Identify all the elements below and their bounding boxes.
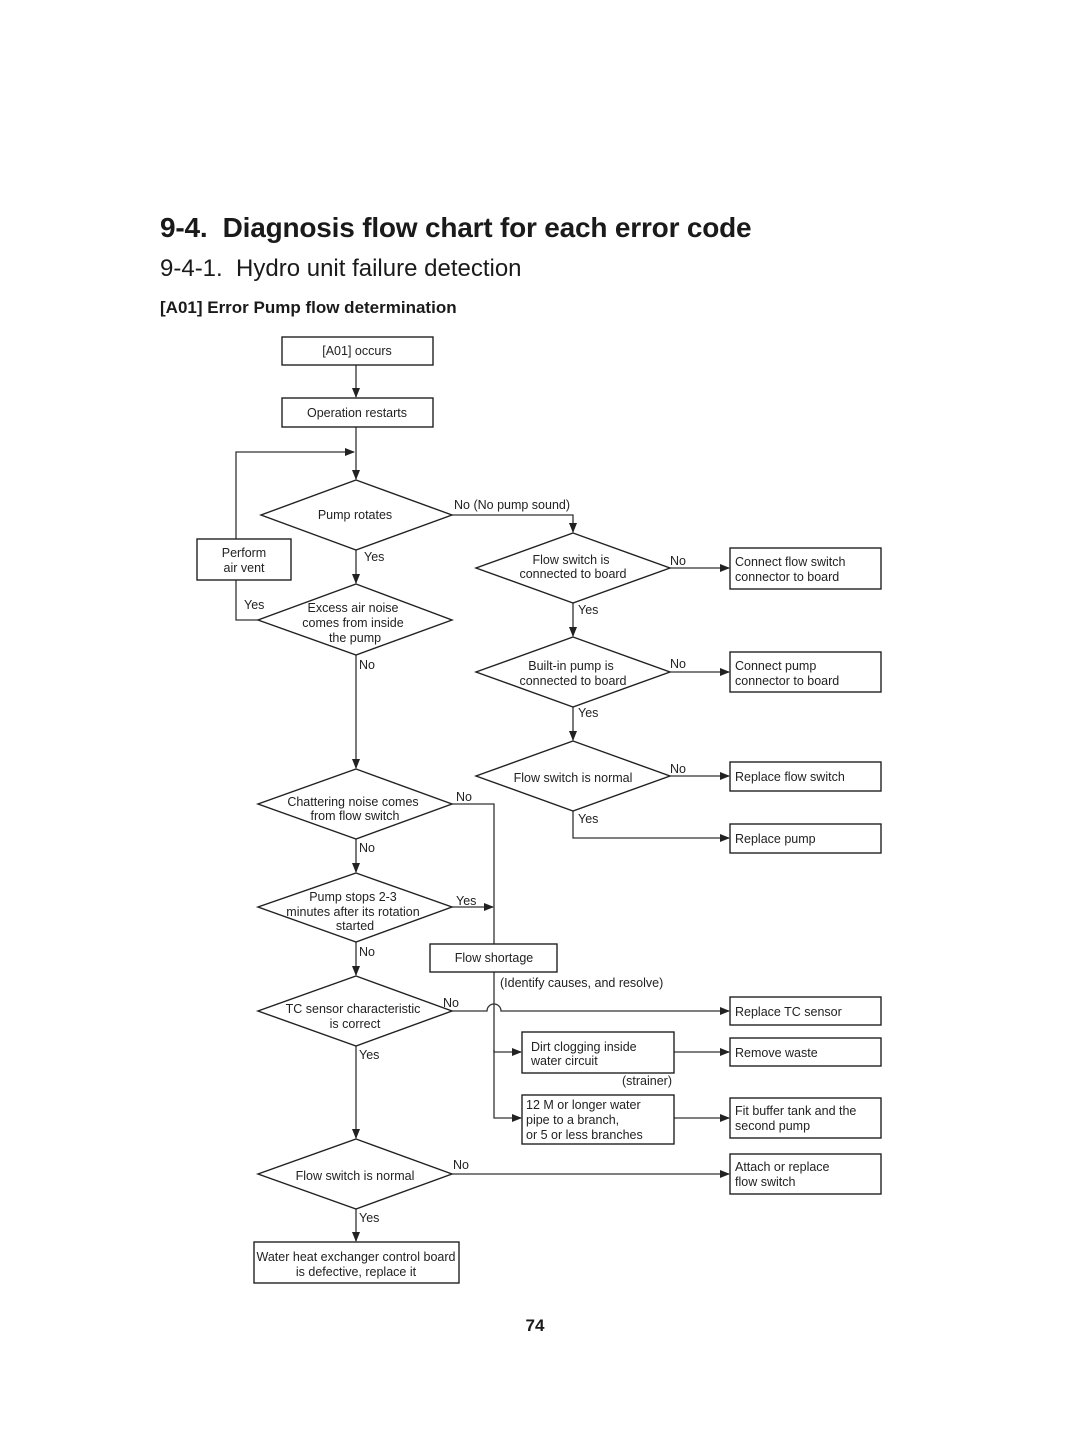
node-text: Attach or replace bbox=[735, 1160, 830, 1174]
node-text: [A01] occurs bbox=[322, 344, 391, 358]
node-text: air vent bbox=[224, 561, 266, 575]
node-text: 12 M or longer water bbox=[526, 1098, 641, 1112]
label-no: No bbox=[670, 762, 686, 776]
node-text: connector to board bbox=[735, 570, 839, 584]
node-air-vent: Perform air vent bbox=[196, 538, 292, 581]
node-text: second pump bbox=[735, 1119, 810, 1133]
label-yes: Yes bbox=[364, 550, 384, 564]
page-number: 74 bbox=[525, 1316, 545, 1335]
node-text: Dirt clogging inside bbox=[531, 1040, 637, 1054]
label-yes: Yes bbox=[578, 706, 598, 720]
node-text: Replace flow switch bbox=[735, 770, 845, 784]
node-pipe-branch: 12 M or longer water pipe to a branch, o… bbox=[521, 1094, 675, 1145]
node-text: pipe to a branch, bbox=[526, 1113, 619, 1127]
decision-flow-switch-normal-1: Flow switch is normal bbox=[473, 740, 673, 812]
label-no: No bbox=[359, 658, 375, 672]
node-text: comes from inside bbox=[302, 616, 403, 630]
node-text: Perform bbox=[222, 546, 266, 560]
decision-flow-switch-normal-2: Flow switch is normal bbox=[255, 1138, 455, 1210]
node-control-board: Water heat exchanger control board is de… bbox=[253, 1241, 460, 1284]
node-text: started bbox=[336, 919, 374, 933]
node-text: Flow switch is bbox=[532, 553, 609, 567]
node-text: connected to board bbox=[519, 567, 626, 581]
node-text: flow switch bbox=[735, 1175, 795, 1189]
node-replace-tc-sensor: Replace TC sensor bbox=[729, 996, 882, 1026]
node-text: Flow shortage bbox=[455, 951, 534, 965]
flowchart: [A01] occurs Operation restarts Perform … bbox=[196, 336, 882, 1284]
node-text: water circuit bbox=[530, 1054, 598, 1068]
node-text: Replace pump bbox=[735, 832, 816, 846]
node-text: Fit buffer tank and the bbox=[735, 1104, 856, 1118]
decision-flow-switch-connected: Flow switch is connected to board bbox=[473, 532, 673, 604]
label-yes: Yes bbox=[578, 603, 598, 617]
node-text: Pump rotates bbox=[318, 508, 392, 522]
edge-chattering-no-right bbox=[452, 803, 495, 944]
label-yes: Yes bbox=[359, 1048, 379, 1062]
node-text: Excess air noise bbox=[307, 601, 398, 615]
node-text: is defective, replace it bbox=[296, 1265, 417, 1279]
node-restart: Operation restarts bbox=[281, 397, 434, 428]
node-attach-flow-switch: Attach or replace flow switch bbox=[729, 1153, 882, 1195]
node-text: the pump bbox=[329, 631, 381, 645]
node-replace-pump: Replace pump bbox=[729, 823, 882, 854]
label-no: No bbox=[359, 945, 375, 959]
label-yes: Yes bbox=[578, 812, 598, 826]
node-connect-flow-switch: Connect flow switch connector to board bbox=[729, 547, 882, 590]
label-no: No bbox=[670, 657, 686, 671]
node-text: TC sensor characteristic bbox=[286, 1002, 421, 1016]
label-strainer: (strainer) bbox=[622, 1074, 672, 1088]
node-remove-waste: Remove waste bbox=[729, 1037, 882, 1067]
label-no: No bbox=[453, 1158, 469, 1172]
label-no-pump-sound: No (No pump sound) bbox=[454, 498, 570, 512]
decision-air-noise: Excess air noise comes from inside the p… bbox=[255, 583, 455, 656]
node-dirt-clogging: Dirt clogging inside water circuit bbox=[521, 1031, 675, 1074]
node-text: Water heat exchanger control board bbox=[257, 1250, 456, 1264]
node-text: Remove waste bbox=[735, 1046, 818, 1060]
edge-shortage-pipe bbox=[493, 1050, 522, 1122]
node-text: Operation restarts bbox=[307, 406, 407, 420]
node-text: Flow switch is normal bbox=[514, 771, 633, 785]
node-text: minutes after its rotation bbox=[286, 905, 419, 919]
decision-pump-stops: Pump stops 2-3 minutes after its rotatio… bbox=[255, 872, 455, 943]
edge-pump-no bbox=[452, 514, 577, 533]
node-text: from flow switch bbox=[311, 809, 400, 823]
node-text: Replace TC sensor bbox=[735, 1005, 842, 1019]
label-yes: Yes bbox=[359, 1211, 379, 1225]
node-text: connected to board bbox=[519, 674, 626, 688]
node-replace-flow-switch: Replace flow switch bbox=[729, 761, 882, 792]
node-text: Connect flow switch bbox=[735, 555, 846, 569]
label-no: No bbox=[443, 996, 459, 1010]
node-text: Pump stops 2-3 bbox=[309, 890, 397, 904]
node-text: connector to board bbox=[735, 674, 839, 688]
node-text: Built-in pump is bbox=[528, 659, 613, 673]
label-no: No bbox=[670, 554, 686, 568]
node-text: Flow switch is normal bbox=[296, 1169, 415, 1183]
node-fit-buffer-tank: Fit buffer tank and the second pump bbox=[729, 1097, 882, 1139]
node-text: Connect pump bbox=[735, 659, 816, 673]
decision-tc-sensor: TC sensor characteristic is correct bbox=[255, 975, 455, 1047]
label-no: No bbox=[359, 841, 375, 855]
node-connect-pump: Connect pump connector to board bbox=[729, 651, 882, 693]
label-yes: Yes bbox=[244, 598, 264, 612]
node-text: or 5 or less branches bbox=[526, 1128, 643, 1142]
decision-chattering: Chattering noise comes from flow switch bbox=[255, 768, 455, 840]
decision-pump-connected: Built-in pump is connected to board bbox=[473, 636, 673, 708]
node-text: is correct bbox=[330, 1017, 381, 1031]
node-start: [A01] occurs bbox=[281, 336, 434, 366]
node-text: Chattering noise comes bbox=[287, 795, 418, 809]
label-yes: Yes bbox=[456, 894, 476, 908]
label-no: No bbox=[456, 790, 472, 804]
label-identify-causes: (Identify causes, and resolve) bbox=[500, 976, 663, 990]
node-flow-shortage: Flow shortage bbox=[429, 943, 558, 973]
